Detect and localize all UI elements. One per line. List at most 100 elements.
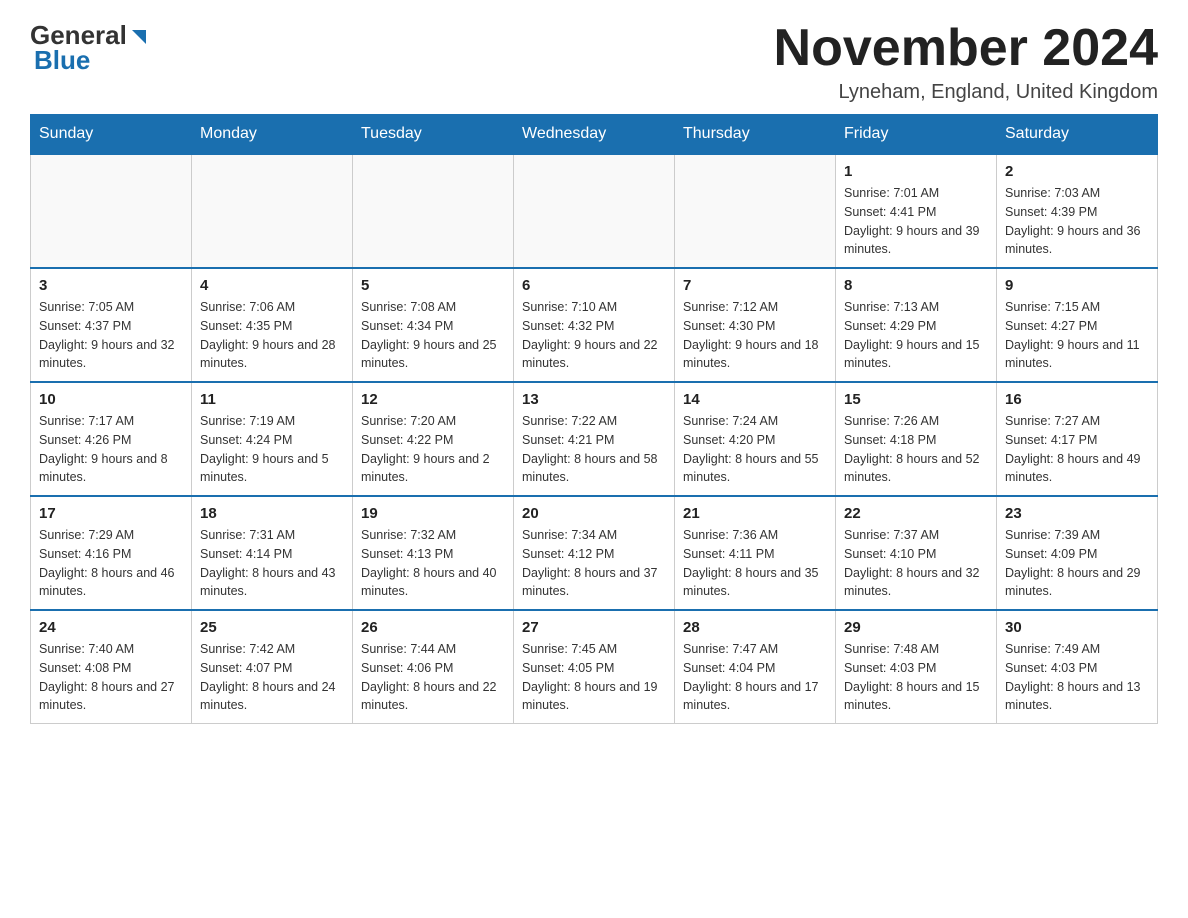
day-number: 25	[200, 619, 344, 636]
day-number: 23	[1005, 505, 1149, 522]
day-info: Sunrise: 7:10 AMSunset: 4:32 PMDaylight:…	[522, 298, 666, 373]
day-number: 22	[844, 505, 988, 522]
day-info: Sunrise: 7:27 AMSunset: 4:17 PMDaylight:…	[1005, 412, 1149, 487]
calendar-cell: 22 Sunrise: 7:37 AMSunset: 4:10 PMDayligh…	[836, 496, 997, 610]
calendar-cell: 5Sunrise: 7:08 AMSunset: 4:34 PMDaylight…	[353, 268, 514, 382]
title-area: November 2024 Lyneham, England, United K…	[774, 20, 1158, 104]
calendar-cell: 24 Sunrise: 7:40 AMSunset: 4:08 PMDayligh…	[31, 610, 192, 724]
day-number: 3	[39, 277, 183, 294]
calendar-cell: 12Sunrise: 7:20 AMSunset: 4:22 PMDayligh…	[353, 382, 514, 496]
day-number: 26	[361, 619, 505, 636]
day-header-monday: Monday	[192, 115, 353, 155]
day-number: 9	[1005, 277, 1149, 294]
calendar-cell: 9Sunrise: 7:15 AMSunset: 4:27 PMDaylight…	[997, 268, 1158, 382]
day-number: 16	[1005, 391, 1149, 408]
calendar-cell: 25 Sunrise: 7:42 AMSunset: 4:07 PMDayligh…	[192, 610, 353, 724]
calendar-cell: 30Sunrise: 7:49 AMSunset: 4:03 PMDayligh…	[997, 610, 1158, 724]
day-header-friday: Friday	[836, 115, 997, 155]
calendar-cell: 4Sunrise: 7:06 AMSunset: 4:35 PMDaylight…	[192, 268, 353, 382]
calendar-cell	[192, 154, 353, 268]
day-number: 27	[522, 619, 666, 636]
day-number: 1	[844, 163, 988, 180]
day-info: Sunrise: 7:17 AMSunset: 4:26 PMDaylight:…	[39, 412, 183, 487]
calendar-cell: 13 Sunrise: 7:22 AMSunset: 4:21 PMDayligh…	[514, 382, 675, 496]
day-header-saturday: Saturday	[997, 115, 1158, 155]
calendar-cell	[514, 154, 675, 268]
day-info: Sunrise: 7:19 AMSunset: 4:24 PMDaylight:…	[200, 412, 344, 487]
day-number: 13	[522, 391, 666, 408]
logo-blue-text: Blue	[34, 45, 90, 76]
day-number: 29	[844, 619, 988, 636]
day-header-wednesday: Wednesday	[514, 115, 675, 155]
day-info: Sunrise: 7:31 AMSunset: 4:14 PMDaylight:…	[200, 526, 344, 601]
calendar-cell: 18 Sunrise: 7:31 AMSunset: 4:14 PMDayligh…	[192, 496, 353, 610]
calendar-cell: 20Sunrise: 7:34 AMSunset: 4:12 PMDayligh…	[514, 496, 675, 610]
calendar-cell: 15 Sunrise: 7:26 AMSunset: 4:18 PMDayligh…	[836, 382, 997, 496]
calendar-cell	[675, 154, 836, 268]
day-number: 28	[683, 619, 827, 636]
calendar-week-row: 3 Sunrise: 7:05 AMSunset: 4:37 PMDaylight…	[31, 268, 1158, 382]
day-number: 24	[39, 619, 183, 636]
calendar-cell: 3 Sunrise: 7:05 AMSunset: 4:37 PMDaylight…	[31, 268, 192, 382]
day-info: Sunrise: 7:32 AMSunset: 4:13 PMDaylight:…	[361, 526, 505, 601]
logo: General Blue	[30, 20, 150, 76]
calendar-cell: 27 Sunrise: 7:45 AMSunset: 4:05 PMDayligh…	[514, 610, 675, 724]
day-number: 10	[39, 391, 183, 408]
day-header-sunday: Sunday	[31, 115, 192, 155]
day-number: 7	[683, 277, 827, 294]
day-number: 2	[1005, 163, 1149, 180]
calendar-cell: 26 Sunrise: 7:44 AMSunset: 4:06 PMDayligh…	[353, 610, 514, 724]
month-title: November 2024	[774, 20, 1158, 77]
day-info: Sunrise: 7:34 AMSunset: 4:12 PMDaylight:…	[522, 526, 666, 601]
calendar-cell: 23 Sunrise: 7:39 AMSunset: 4:09 PMDayligh…	[997, 496, 1158, 610]
calendar-cell: 16 Sunrise: 7:27 AMSunset: 4:17 PMDayligh…	[997, 382, 1158, 496]
day-info: Sunrise: 7:45 AMSunset: 4:05 PMDaylight:…	[522, 640, 666, 715]
day-info: Sunrise: 7:01 AMSunset: 4:41 PMDaylight:…	[844, 184, 988, 259]
calendar-cell: 19Sunrise: 7:32 AMSunset: 4:13 PMDayligh…	[353, 496, 514, 610]
day-info: Sunrise: 7:22 AMSunset: 4:21 PMDaylight:…	[522, 412, 666, 487]
calendar-cell: 21 Sunrise: 7:36 AMSunset: 4:11 PMDayligh…	[675, 496, 836, 610]
calendar-week-row: 10 Sunrise: 7:17 AMSunset: 4:26 PMDayligh…	[31, 382, 1158, 496]
calendar-cell: 8Sunrise: 7:13 AMSunset: 4:29 PMDaylight…	[836, 268, 997, 382]
day-number: 21	[683, 505, 827, 522]
day-number: 15	[844, 391, 988, 408]
day-info: Sunrise: 7:20 AMSunset: 4:22 PMDaylight:…	[361, 412, 505, 487]
calendar-header-row: SundayMondayTuesdayWednesdayThursdayFrid…	[31, 115, 1158, 155]
location-text: Lyneham, England, United Kingdom	[774, 81, 1158, 104]
calendar-cell: 14Sunrise: 7:24 AMSunset: 4:20 PMDayligh…	[675, 382, 836, 496]
day-info: Sunrise: 7:39 AMSunset: 4:09 PMDaylight:…	[1005, 526, 1149, 601]
day-header-thursday: Thursday	[675, 115, 836, 155]
day-number: 8	[844, 277, 988, 294]
page-header: General Blue November 2024 Lyneham, Engl…	[30, 20, 1158, 104]
day-info: Sunrise: 7:47 AMSunset: 4:04 PMDaylight:…	[683, 640, 827, 715]
calendar-cell: 10 Sunrise: 7:17 AMSunset: 4:26 PMDayligh…	[31, 382, 192, 496]
day-info: Sunrise: 7:37 AMSunset: 4:10 PMDaylight:…	[844, 526, 988, 601]
calendar-cell	[353, 154, 514, 268]
calendar-cell: 11 Sunrise: 7:19 AMSunset: 4:24 PMDayligh…	[192, 382, 353, 496]
calendar-week-row: 24 Sunrise: 7:40 AMSunset: 4:08 PMDayligh…	[31, 610, 1158, 724]
day-info: Sunrise: 7:08 AMSunset: 4:34 PMDaylight:…	[361, 298, 505, 373]
calendar-cell: 2Sunrise: 7:03 AMSunset: 4:39 PMDaylight…	[997, 154, 1158, 268]
day-info: Sunrise: 7:49 AMSunset: 4:03 PMDaylight:…	[1005, 640, 1149, 715]
day-info: Sunrise: 7:42 AMSunset: 4:07 PMDaylight:…	[200, 640, 344, 715]
calendar-cell: 1 Sunrise: 7:01 AMSunset: 4:41 PMDaylight…	[836, 154, 997, 268]
day-info: Sunrise: 7:44 AMSunset: 4:06 PMDaylight:…	[361, 640, 505, 715]
day-number: 18	[200, 505, 344, 522]
calendar-cell: 28 Sunrise: 7:47 AMSunset: 4:04 PMDayligh…	[675, 610, 836, 724]
calendar-week-row: 17Sunrise: 7:29 AMSunset: 4:16 PMDayligh…	[31, 496, 1158, 610]
day-info: Sunrise: 7:36 AMSunset: 4:11 PMDaylight:…	[683, 526, 827, 601]
day-info: Sunrise: 7:05 AMSunset: 4:37 PMDaylight:…	[39, 298, 183, 373]
calendar-week-row: 1 Sunrise: 7:01 AMSunset: 4:41 PMDaylight…	[31, 154, 1158, 268]
day-info: Sunrise: 7:26 AMSunset: 4:18 PMDaylight:…	[844, 412, 988, 487]
calendar-cell: 7Sunrise: 7:12 AMSunset: 4:30 PMDaylight…	[675, 268, 836, 382]
day-number: 11	[200, 391, 344, 408]
day-info: Sunrise: 7:40 AMSunset: 4:08 PMDaylight:…	[39, 640, 183, 715]
calendar-cell: 29Sunrise: 7:48 AMSunset: 4:03 PMDayligh…	[836, 610, 997, 724]
calendar-cell	[31, 154, 192, 268]
day-info: Sunrise: 7:24 AMSunset: 4:20 PMDaylight:…	[683, 412, 827, 487]
day-header-tuesday: Tuesday	[353, 115, 514, 155]
logo-triangle-icon	[128, 26, 150, 48]
calendar-cell: 17Sunrise: 7:29 AMSunset: 4:16 PMDayligh…	[31, 496, 192, 610]
day-info: Sunrise: 7:06 AMSunset: 4:35 PMDaylight:…	[200, 298, 344, 373]
calendar-table: SundayMondayTuesdayWednesdayThursdayFrid…	[30, 114, 1158, 724]
